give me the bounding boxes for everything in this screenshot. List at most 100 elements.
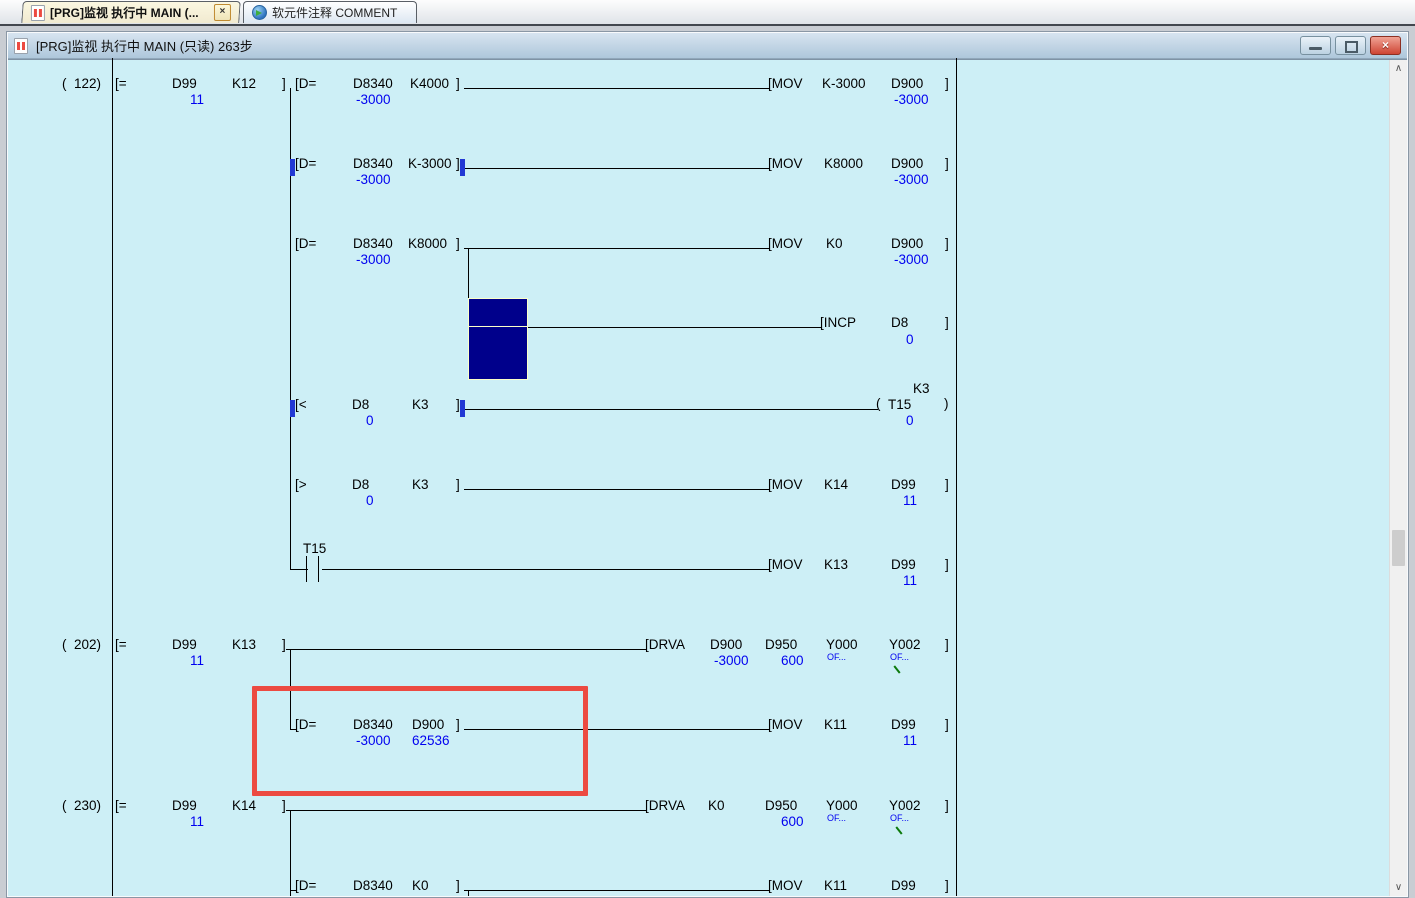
instruction-token[interactable]: ] [282,76,286,92]
vertical-scrollbar[interactable]: ∧ ∨ [1389,60,1407,896]
instruction-token[interactable]: [= [115,798,127,814]
wire [464,168,770,169]
instruction-token[interactable]: K0 [412,878,429,894]
instruction-token[interactable]: ] [456,236,460,252]
instruction-token[interactable]: K11 [824,717,847,733]
instruction-token[interactable]: K8000 [824,156,863,172]
instruction-token[interactable]: D8 [352,477,369,493]
instruction-token[interactable]: ] [945,878,949,894]
instruction-token[interactable]: K-3000 [822,76,866,92]
instruction-token[interactable]: [DRVA [645,637,685,653]
instruction-token[interactable]: D900 [891,236,923,252]
window-titlebar[interactable]: [PRG]监视 执行中 MAIN (只读) 263步 × [8,33,1407,59]
instruction-token[interactable]: ] [456,76,460,92]
instruction-token[interactable]: [= [115,76,127,92]
instruction-token[interactable]: K12 [232,76,256,92]
instruction-token[interactable]: K8000 [408,236,447,252]
instruction-token[interactable]: [MOV [768,557,803,573]
instruction-token[interactable]: ] [282,798,286,814]
instruction-token[interactable]: D99 [172,798,197,814]
instruction-token[interactable]: Y002 [889,637,921,653]
instruction-token[interactable]: Y000 [826,798,858,814]
close-button[interactable]: × [1370,36,1401,55]
instruction-token[interactable]: [MOV [768,477,803,493]
coil-paren[interactable]: ) [944,396,949,412]
instruction-token[interactable]: D8 [352,397,369,413]
device-comment-abbrev: OF... [827,813,846,823]
instruction-token[interactable]: ] [945,477,949,493]
instruction-token[interactable]: K14 [232,798,256,814]
instruction-token[interactable]: D950 [765,798,797,814]
ladder-canvas[interactable]: ∧ ∨ [8,59,1407,896]
tab-close-button[interactable]: × [214,4,231,21]
instruction-token[interactable]: ] [945,156,949,172]
instruction-token[interactable]: [D= [295,236,316,252]
instruction-token[interactable]: Y000 [826,637,858,653]
tab-prg-monitor-main[interactable]: [PRG]监视 执行中 MAIN (... × [21,1,241,23]
instruction-token[interactable]: K3 [412,477,429,493]
instruction-token[interactable]: K-3000 [408,156,452,172]
instruction-token[interactable]: D99 [891,557,916,573]
instruction-token[interactable]: K11 [824,878,847,894]
instruction-token[interactable]: [D= [295,76,316,92]
instruction-token[interactable]: D900 [891,156,923,172]
instruction-token[interactable]: [MOV [768,717,803,733]
instruction-token[interactable]: K3 [412,397,429,413]
monitor-value: 11 [903,573,917,589]
instruction-token[interactable]: [MOV [768,76,803,92]
instruction-token[interactable]: T15 [888,397,911,413]
instruction-token[interactable]: ] [456,878,460,894]
instruction-token[interactable]: ] [945,717,949,733]
instruction-token[interactable]: D8340 [353,878,393,894]
instruction-token[interactable]: [DRVA [645,798,685,814]
instruction-token[interactable]: [MOV [768,236,803,252]
instruction-token[interactable]: ] [945,236,949,252]
instruction-token[interactable]: [MOV [768,878,803,894]
instruction-token[interactable]: D99 [172,637,197,653]
instruction-token[interactable]: [D= [295,156,316,172]
scroll-up-arrow[interactable]: ∧ [1390,60,1407,77]
restore-button[interactable] [1335,36,1366,55]
instruction-token[interactable]: [= [115,637,127,653]
instruction-token[interactable]: K14 [824,477,848,493]
instruction-token[interactable]: D99 [891,878,916,894]
instruction-token[interactable]: K13 [824,557,848,573]
instruction-token[interactable]: ] [945,315,949,331]
instruction-token[interactable]: D99 [891,717,916,733]
instruction-token[interactable]: D8 [891,315,908,331]
instruction-token[interactable]: K0 [826,236,843,252]
instruction-token[interactable]: ] [456,477,460,493]
instruction-token[interactable]: D8340 [353,76,393,92]
instruction-token[interactable]: K4000 [410,76,449,92]
instruction-token[interactable]: D99 [172,76,197,92]
minimize-button[interactable] [1300,36,1331,55]
instruction-token[interactable]: K13 [232,637,256,653]
instruction-token[interactable]: [D= [295,878,316,894]
scroll-down-arrow[interactable]: ∨ [1390,879,1407,896]
instruction-token[interactable]: [MOV [768,156,803,172]
instruction-token[interactable]: K0 [708,798,725,814]
instruction-token[interactable]: ] [945,637,949,653]
contact-label[interactable]: T15 [303,541,326,557]
instruction-token[interactable]: ] [945,798,949,814]
instruction-token[interactable]: D8340 [353,156,393,172]
instruction-token[interactable]: D900 [891,76,923,92]
tab-label: 软元件注释 COMMENT [272,4,397,21]
instruction-token[interactable]: ] [945,76,949,92]
wire [464,890,770,891]
program-monitor-icon [31,5,45,21]
selection-cursor[interactable] [468,298,528,380]
instruction-token[interactable]: D8340 [353,236,393,252]
instruction-token[interactable]: D99 [891,477,916,493]
instruction-token[interactable]: D900 [710,637,742,653]
instruction-token[interactable]: [INCP [820,315,856,331]
instruction-token[interactable]: [> [295,477,307,493]
instruction-token[interactable]: D950 [765,637,797,653]
instruction-token[interactable]: [< [295,397,307,413]
instruction-token[interactable]: ] [945,557,949,573]
tab-device-comment[interactable]: 软元件注释 COMMENT [243,1,417,23]
energized-indicator [290,400,295,417]
instruction-token[interactable]: ] [282,637,286,653]
scroll-thumb[interactable] [1392,530,1405,566]
instruction-token[interactable]: Y002 [889,798,921,814]
